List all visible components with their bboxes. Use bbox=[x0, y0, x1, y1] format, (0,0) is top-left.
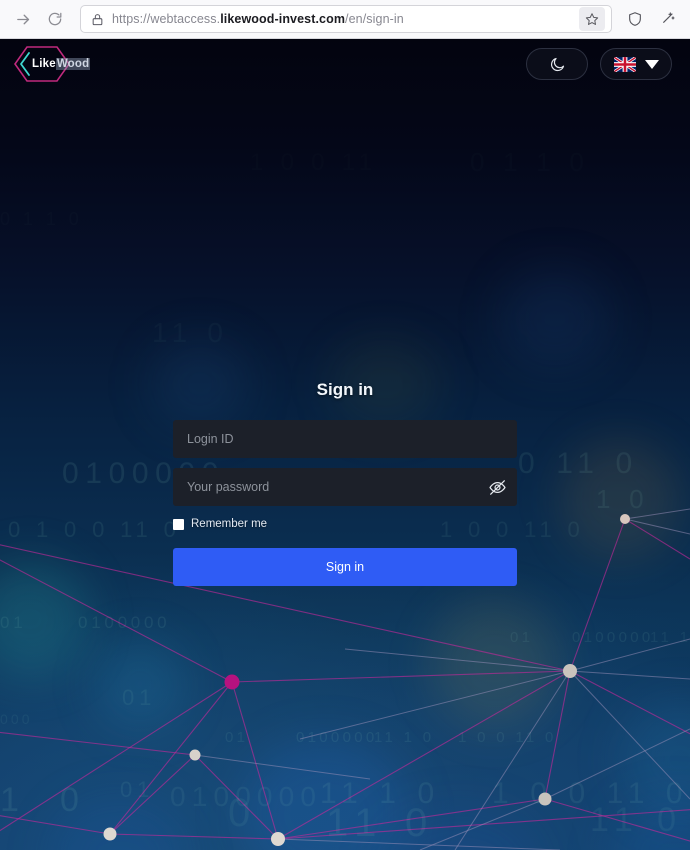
extension-button[interactable] bbox=[652, 5, 682, 33]
logo-text-wood: Wood bbox=[55, 58, 91, 70]
eye-off-icon bbox=[488, 479, 506, 495]
url-path: /en/sign-in bbox=[345, 12, 404, 26]
brand-logo[interactable]: LikeWood bbox=[12, 45, 91, 83]
reload-button[interactable] bbox=[40, 5, 70, 33]
password-field[interactable] bbox=[173, 468, 517, 506]
star-icon bbox=[585, 13, 599, 25]
login-id-input[interactable] bbox=[173, 420, 517, 458]
remember-me-label: Remember me bbox=[191, 518, 268, 530]
header-controls bbox=[526, 48, 672, 80]
login-id-field[interactable] bbox=[173, 420, 517, 458]
address-bar[interactable]: https://webtaccess.likewood-invest.com/e… bbox=[80, 5, 612, 33]
bookmark-button[interactable] bbox=[579, 7, 605, 31]
url-text: https://webtaccess.likewood-invest.com/e… bbox=[112, 12, 579, 26]
signin-submit-button[interactable]: Sign in bbox=[173, 548, 517, 586]
password-input[interactable] bbox=[173, 468, 477, 506]
forward-button[interactable] bbox=[8, 5, 38, 33]
logo-wordmark: LikeWood bbox=[32, 58, 91, 70]
reload-icon bbox=[48, 12, 62, 26]
url-prefix: https://webtaccess. bbox=[112, 12, 221, 26]
signin-title: Sign in bbox=[316, 380, 374, 399]
moon-icon bbox=[550, 57, 564, 71]
signin-form: Sign in Remember me Sign in bbox=[173, 380, 517, 586]
language-selector[interactable] bbox=[600, 48, 672, 80]
tracking-protection-button[interactable] bbox=[620, 5, 650, 33]
password-visibility-toggle[interactable] bbox=[477, 468, 517, 506]
chevron-down-icon bbox=[644, 59, 659, 69]
remember-me-checkbox[interactable] bbox=[173, 518, 184, 530]
url-host: likewood-invest.com bbox=[220, 12, 346, 26]
uk-flag-icon bbox=[613, 56, 636, 72]
padlock-icon bbox=[91, 13, 104, 26]
logo-text-like: Like bbox=[32, 58, 56, 70]
magic-wand-icon bbox=[663, 12, 675, 23]
remember-me-row[interactable]: Remember me bbox=[173, 518, 517, 530]
theme-toggle-button[interactable] bbox=[526, 48, 588, 80]
browser-toolbar: https://webtaccess.likewood-invest.com/e… bbox=[0, 0, 690, 39]
shield-icon bbox=[629, 12, 641, 26]
arrow-right-icon bbox=[16, 14, 29, 24]
site-header: LikeWood bbox=[0, 39, 690, 89]
webpage-viewport: 0100000 0 11 0 1 0 0 1 0 0 11 0 1 0 0 11… bbox=[0, 39, 690, 850]
